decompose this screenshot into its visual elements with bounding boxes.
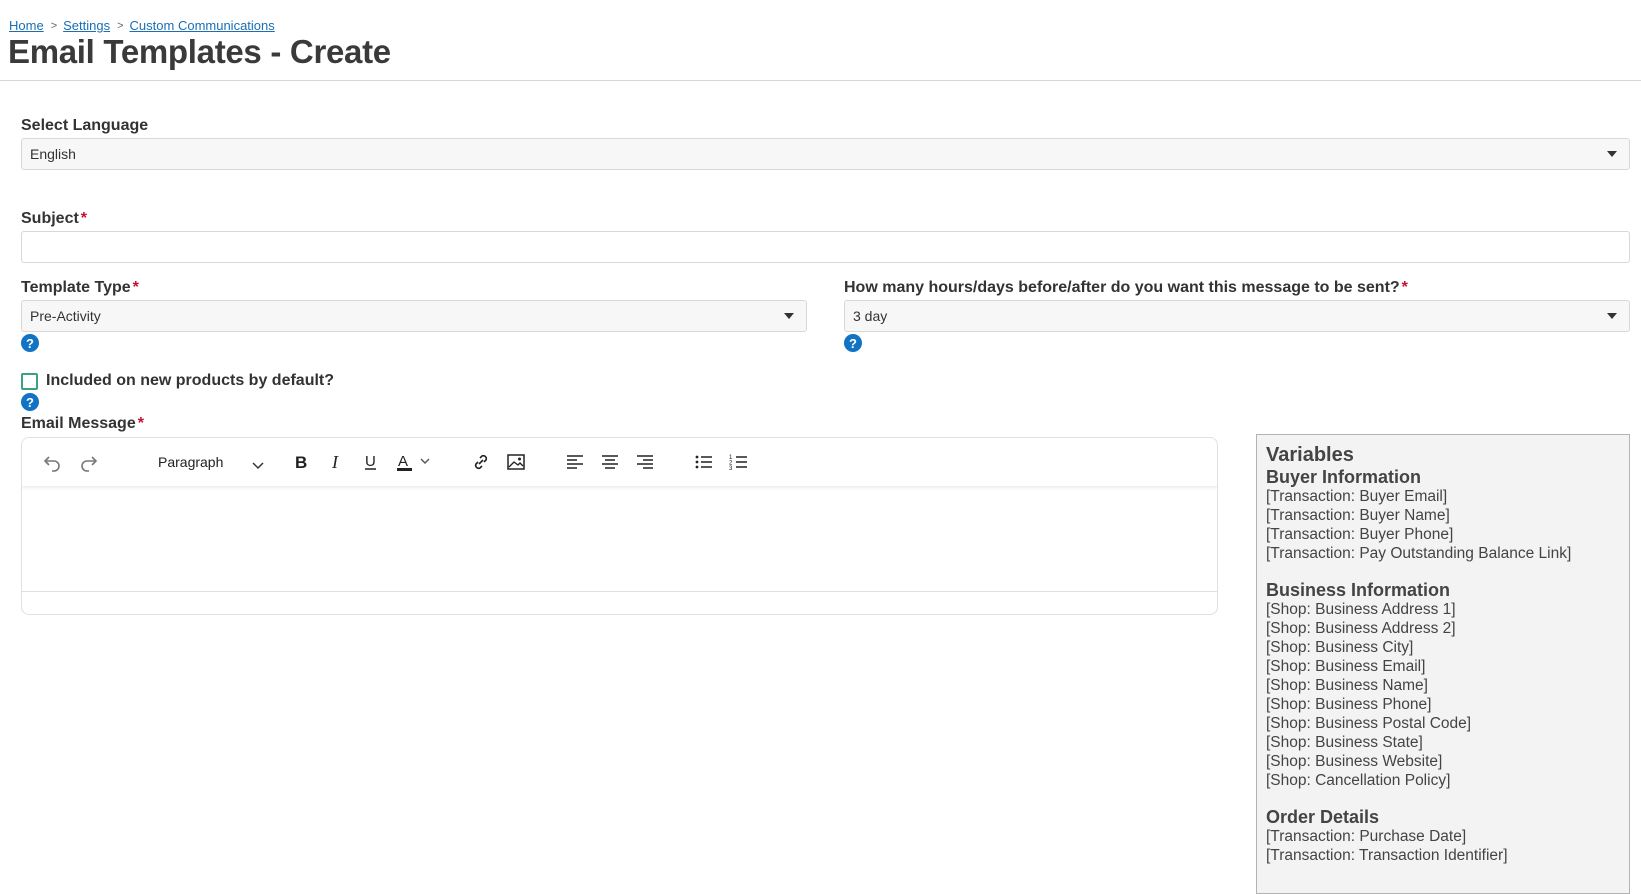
variable-item[interactable]: [Transaction: Transaction Identifier] — [1266, 846, 1620, 865]
align-right-icon[interactable] — [631, 448, 659, 476]
svg-text:3: 3 — [729, 466, 733, 472]
redo-icon[interactable] — [75, 448, 103, 476]
required-marker: * — [80, 210, 88, 227]
breadcrumb-home-link[interactable]: Home — [9, 18, 44, 33]
timing-label-text: How many hours/days before/after do you … — [844, 279, 1400, 296]
variable-item[interactable]: [Shop: Cancellation Policy] — [1266, 771, 1620, 790]
language-label-text: Select Language — [21, 117, 149, 134]
editor-status-bar — [22, 591, 1217, 614]
email-message-label: Email Message * — [21, 415, 144, 433]
email-message-body[interactable] — [22, 486, 1217, 592]
variables-title: Variables — [1266, 444, 1354, 466]
variable-item[interactable]: [Shop: Business Name] — [1266, 676, 1620, 695]
align-center-icon[interactable] — [596, 448, 624, 476]
subject-label-text: Subject — [21, 210, 79, 227]
text-color-icon[interactable]: A — [392, 448, 442, 476]
variable-item[interactable]: [Transaction: Buyer Phone] — [1266, 525, 1620, 544]
email-message-label-text: Email Message — [21, 415, 136, 432]
variable-item[interactable]: [Shop: Business Email] — [1266, 657, 1620, 676]
variables-group-order: Order Details [Transaction: Purchase Dat… — [1266, 807, 1620, 865]
numbered-list-icon[interactable]: 123 — [725, 448, 753, 476]
variables-group-title: Buyer Information — [1266, 467, 1422, 487]
breadcrumb-custom-communications-link[interactable]: Custom Communications — [130, 18, 275, 33]
language-label: Select Language — [21, 117, 148, 135]
template-type-label-text: Template Type — [21, 279, 131, 296]
chevron-right-icon: > — [50, 19, 58, 32]
language-select-value: English — [30, 146, 76, 162]
dropdown-caret-icon — [784, 313, 794, 319]
svg-text:U: U — [365, 453, 376, 470]
variable-item[interactable]: [Transaction: Pay Outstanding Balance Li… — [1266, 544, 1620, 563]
required-marker: * — [137, 415, 144, 432]
editor-toolbar: Paragraph B I U A 1 2 3 — [22, 438, 1217, 486]
variables-group-title: Order Details — [1266, 807, 1380, 827]
undo-icon[interactable] — [38, 448, 66, 476]
required-marker: * — [1401, 279, 1408, 296]
image-icon[interactable] — [502, 448, 530, 476]
timing-label: How many hours/days before/after do you … — [844, 279, 1408, 297]
svg-text:A: A — [398, 453, 408, 470]
timing-help-icon[interactable]: ? — [844, 334, 862, 352]
bulleted-list-icon[interactable] — [690, 448, 718, 476]
email-message-editor: Paragraph B I U A 1 2 3 — [21, 437, 1218, 615]
svg-text:B: B — [295, 453, 307, 472]
align-left-icon[interactable] — [561, 448, 589, 476]
paragraph-format-value: Paragraph — [158, 454, 224, 470]
subject-input[interactable] — [21, 231, 1630, 263]
svg-text:I: I — [331, 452, 339, 472]
dropdown-caret-icon — [1607, 151, 1617, 157]
variable-item[interactable]: [Shop: Business State] — [1266, 733, 1620, 752]
variables-group-business: Business Information [Shop: Business Add… — [1266, 580, 1620, 790]
variable-item[interactable]: [Shop: Business Phone] — [1266, 695, 1620, 714]
template-type-select[interactable]: Pre-Activity — [21, 300, 807, 332]
breadcrumb: Home > Settings > Custom Communications — [9, 18, 275, 33]
variable-item[interactable]: [Transaction: Purchase Date] — [1266, 827, 1620, 846]
dropdown-caret-icon — [1607, 313, 1617, 319]
underline-icon[interactable]: U — [357, 448, 385, 476]
variable-item[interactable]: [Shop: Business Postal Code] — [1266, 714, 1620, 733]
bold-icon[interactable]: B — [287, 448, 315, 476]
chevron-right-icon: > — [117, 19, 124, 32]
language-select[interactable]: English — [21, 138, 1630, 170]
timing-select-value: 3 day — [853, 308, 888, 324]
breadcrumb-settings-link[interactable]: Settings — [63, 18, 110, 33]
variable-item[interactable]: [Shop: Business Address 2] — [1266, 619, 1620, 638]
variable-item[interactable]: [Shop: Business Website] — [1266, 752, 1620, 771]
subject-label: Subject * — [21, 210, 87, 228]
variable-item[interactable]: [Transaction: Buyer Email] — [1266, 487, 1620, 506]
template-type-help-icon[interactable]: ? — [21, 334, 39, 352]
variable-item[interactable]: [Transaction: Buyer Name] — [1266, 506, 1620, 525]
timing-select[interactable]: 3 day — [844, 300, 1630, 332]
included-by-default-checkbox[interactable] — [21, 373, 38, 390]
variables-group-title: Business Information — [1266, 580, 1451, 600]
required-marker: * — [132, 279, 139, 296]
variables-group-buyer: Buyer Information [Transaction: Buyer Em… — [1266, 467, 1620, 563]
variable-item[interactable]: [Shop: Business Address 1] — [1266, 600, 1620, 619]
template-type-label: Template Type * — [21, 279, 139, 297]
variable-item[interactable]: [Shop: Business City] — [1266, 638, 1620, 657]
page-header: Home > Settings > Custom Communications … — [0, 0, 1641, 81]
italic-icon[interactable]: I — [322, 448, 350, 476]
included-by-default-label: Included on new products by default? — [46, 372, 335, 389]
page-title: Email Templates - Create — [8, 33, 391, 70]
chevron-down-icon — [252, 457, 264, 473]
template-type-select-value: Pre-Activity — [30, 308, 101, 324]
included-by-default-help-icon[interactable]: ? — [21, 393, 39, 411]
variables-panel: Variables Buyer Information [Transaction… — [1256, 434, 1630, 894]
paragraph-format-select[interactable]: Paragraph — [134, 448, 274, 476]
link-icon[interactable] — [467, 448, 495, 476]
